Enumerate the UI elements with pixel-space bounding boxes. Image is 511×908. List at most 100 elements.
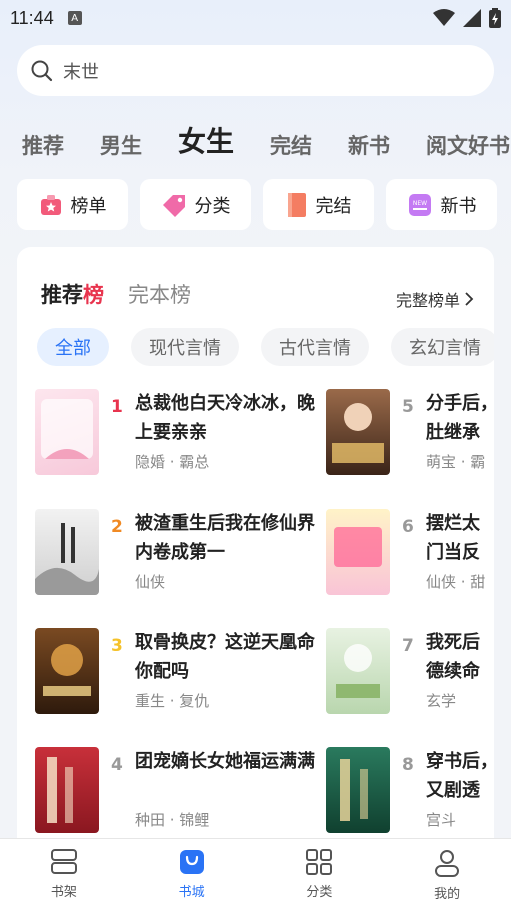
book-tags: 种田 · 锦鲤: [135, 811, 210, 829]
quick-new-label: 新书: [440, 195, 477, 217]
tab-recommend[interactable]: 推荐: [22, 130, 64, 160]
book-cover: [326, 509, 390, 595]
tab-finished[interactable]: 完结: [270, 130, 312, 160]
book-tags: 仙侠: [135, 573, 166, 591]
book-rank: 3: [111, 636, 123, 656]
book-title-line-2: 德续命: [426, 661, 480, 682]
book-cover-art: [35, 523, 99, 595]
tab-new-books[interactable]: 新书: [348, 130, 390, 160]
ranking-icon: [40, 194, 61, 215]
book-title: 团宠嫡长女她福运满满: [135, 751, 315, 772]
svg-text:NEW: NEW: [412, 200, 426, 207]
book-cover-art: [43, 644, 91, 696]
status-bar: 11:44 A: [0, 0, 511, 36]
bottom-tab-bar: 书架 书城 分类 我的: [0, 838, 511, 908]
search-bar[interactable]: 末世: [17, 45, 494, 96]
signal-icon: [463, 9, 481, 27]
book-rank: 1: [111, 397, 123, 417]
book-cover: [35, 389, 99, 475]
tab-bookshelf-label: 书架: [50, 885, 77, 900]
book-cover-art: [47, 757, 73, 823]
filter-fantasy-romance[interactable]: 玄幻言情: [391, 328, 494, 366]
profile-icon: [435, 850, 460, 877]
quick-finished-label: 完结: [315, 195, 352, 217]
book-item[interactable]: 8 穿书后， 又剧透 宫斗: [326, 747, 494, 847]
book-item[interactable]: 4 团宠嫡长女她福运满满 种田 · 锦鲤: [35, 747, 325, 847]
book-tags: 重生 · 复仇: [135, 692, 210, 710]
battery-icon: [489, 8, 501, 28]
tab-male[interactable]: 男生: [100, 130, 142, 160]
tab-profile[interactable]: 我的: [383, 839, 511, 908]
book-cover: [35, 509, 99, 595]
new-icon: NEW: [408, 193, 431, 216]
book-tags: 隐婚 · 霸总: [135, 453, 210, 471]
bookshelf-icon: [50, 849, 77, 874]
book-item[interactable]: 7 我死后 德续命 玄学: [326, 628, 494, 728]
quick-ranking-button[interactable]: 榜单: [17, 179, 128, 230]
book-title-line-2: 门当反: [426, 542, 480, 563]
channel-tabs: 推荐 男生 女生 完结 新书 阅文好书: [22, 114, 511, 160]
genre-filters: 全部 现代言情 古代言情 玄幻言情: [37, 328, 494, 366]
book-title: 总裁他白天冷冰冰，晚上要亲亲: [135, 393, 315, 443]
full-list-link[interactable]: 完整榜单: [396, 287, 474, 311]
book-cover: [326, 747, 390, 833]
book-rank: 7: [402, 636, 414, 656]
search-icon: [31, 60, 53, 81]
book-item[interactable]: 1 总裁他白天冷冰冰，晚上要亲亲 隐婚 · 霸总: [35, 389, 325, 489]
book-title: 被渣重生后我在修仙界内卷成第一: [135, 513, 315, 563]
book-title-line-1: 摆烂太: [426, 513, 480, 534]
tag-icon: [162, 194, 185, 217]
book-title-line-1: 分手后，: [426, 393, 494, 414]
quick-category-button[interactable]: 分类: [140, 179, 251, 230]
tab-bookstore[interactable]: 书城: [128, 839, 256, 908]
book-item[interactable]: 3 取骨换皮？这逆天凰命你配吗 重生 · 复仇: [35, 628, 325, 728]
book-cover: [35, 628, 99, 714]
tab-bookstore-label: 书城: [178, 885, 205, 900]
book-rank: 8: [402, 755, 414, 775]
tab-bookshelf[interactable]: 书架: [0, 839, 128, 908]
book-tags: 仙侠 · 甜: [426, 573, 486, 591]
book-cover-art: [41, 399, 93, 459]
quick-new-button[interactable]: NEW 新书: [386, 179, 497, 230]
notification-icon: A: [67, 11, 82, 25]
ranking-card: 推荐榜 完本榜 完整榜单 全部 现代言情 古代言情 玄幻言情 1 总裁他白天冷冰…: [17, 247, 494, 847]
book-tags: 萌宝 · 霸: [426, 453, 486, 471]
book-cover-art: [336, 644, 380, 698]
book-title: 取骨换皮？这逆天凰命你配吗: [135, 632, 315, 682]
book-rank: 2: [111, 517, 123, 537]
book-title-line-1: 穿书后，: [426, 751, 494, 772]
full-list-label: 完整榜单: [395, 291, 460, 310]
tab-female[interactable]: 女生: [178, 120, 234, 160]
category-grid-icon: [306, 849, 333, 875]
filter-modern-romance[interactable]: 现代言情: [131, 328, 239, 366]
book-item[interactable]: 5 分手后， 肚继承 萌宝 · 霸: [326, 389, 494, 489]
chevron-right-icon: [465, 292, 474, 306]
filter-all[interactable]: 全部: [37, 328, 109, 366]
tab-recommend-ranking[interactable]: 推荐榜: [41, 279, 104, 309]
book-tags: 宫斗: [426, 811, 457, 829]
quick-finished-button[interactable]: 完结: [263, 179, 374, 230]
book-item[interactable]: 2 被渣重生后我在修仙界内卷成第一 仙侠: [35, 509, 325, 609]
tab-profile-label: 我的: [434, 887, 461, 902]
search-placeholder: 末世: [63, 61, 99, 83]
book-cover: [326, 389, 390, 475]
book-cover: [326, 628, 390, 714]
tab-good-books[interactable]: 阅文好书: [426, 130, 510, 160]
book-cover-art: [340, 759, 368, 821]
quick-ranking-label: 榜单: [70, 195, 107, 217]
book-cover: [35, 747, 99, 833]
quick-entries: 榜单 分类 完结 NEW 新书: [17, 179, 497, 230]
book-title-line-2: 肚继承: [426, 422, 480, 443]
tab-recommend-ranking-highlight: 榜: [83, 283, 104, 307]
quick-category-label: 分类: [194, 195, 231, 217]
tab-category[interactable]: 分类: [256, 839, 384, 908]
book-title-line-2: 又剧透: [426, 780, 480, 801]
tab-finished-ranking[interactable]: 完本榜: [128, 279, 191, 309]
ranking-tabs: 推荐榜 完本榜: [41, 279, 191, 309]
filter-ancient-romance[interactable]: 古代言情: [261, 328, 369, 366]
book-item[interactable]: 6 摆烂太 门当反 仙侠 · 甜: [326, 509, 494, 609]
tab-category-label: 分类: [306, 885, 333, 900]
wifi-icon: [433, 9, 455, 26]
book-rank: 4: [111, 755, 123, 775]
book-title: 我死后 德续命: [426, 628, 494, 686]
